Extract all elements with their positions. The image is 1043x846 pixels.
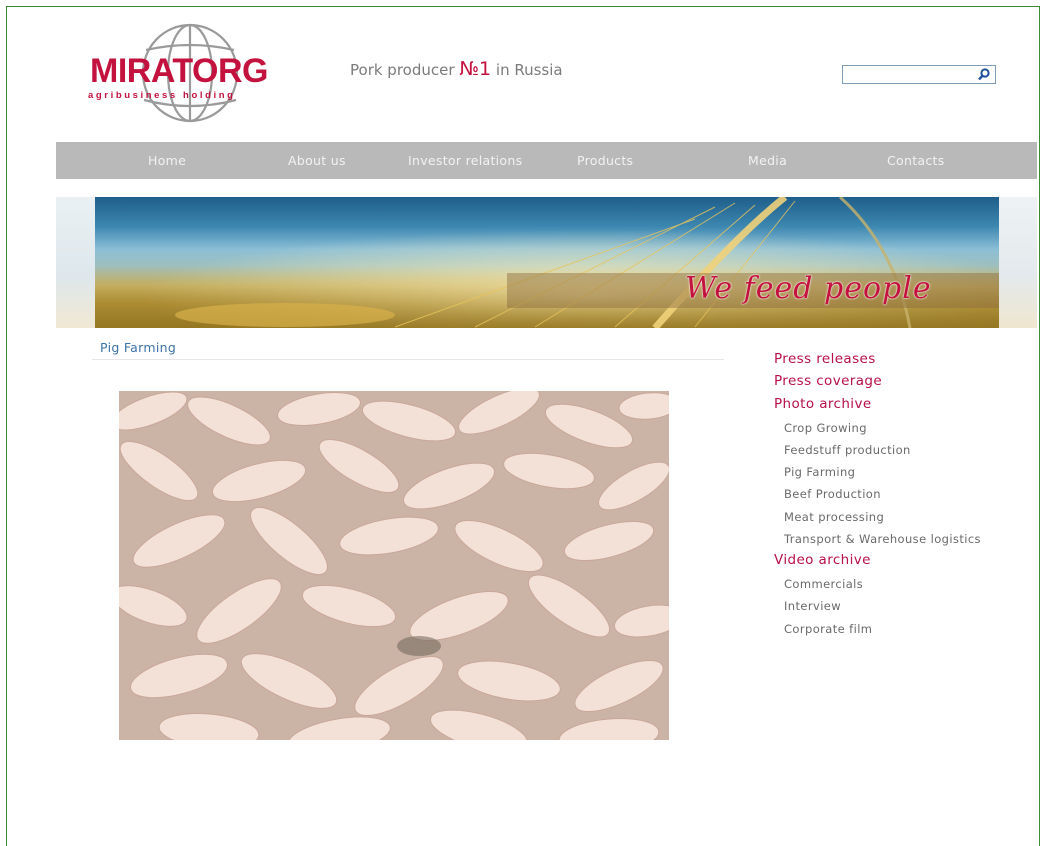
- sidebar-item-meat-processing[interactable]: Meat processing: [784, 510, 884, 524]
- sidebar-item-commercials[interactable]: Commercials: [784, 577, 863, 591]
- pig-farming-photo[interactable]: [119, 391, 669, 740]
- search-icon[interactable]: [977, 67, 991, 82]
- sidebar-press-releases[interactable]: Press releases: [774, 351, 876, 367]
- pigs-image: [119, 391, 669, 740]
- main-nav: Home About us Investor relations Product…: [56, 142, 1037, 179]
- sidebar-item-corporate-film[interactable]: Corporate film: [784, 622, 872, 636]
- tagline: Pork producer №1 in Russia: [350, 58, 563, 80]
- breadcrumb-divider: [92, 359, 724, 360]
- search-box: [842, 65, 996, 86]
- logo-wordmark: MIRATORG: [90, 52, 268, 90]
- sidebar-item-interview[interactable]: Interview: [784, 599, 841, 613]
- nav-products[interactable]: Products: [577, 153, 633, 168]
- sidebar-item-crop-growing[interactable]: Crop Growing: [784, 421, 867, 435]
- wheat-illustration: [95, 197, 999, 328]
- sidebar-photo-archive[interactable]: Photo archive: [774, 396, 872, 412]
- search-input[interactable]: [846, 70, 974, 86]
- banner-wheat-image: We feed people: [95, 197, 999, 328]
- nav-investor-relations[interactable]: Investor relations: [408, 153, 522, 168]
- tagline-number: №1: [459, 58, 492, 80]
- sidebar-item-pig-farming[interactable]: Pig Farming: [784, 465, 855, 479]
- tagline-pre: Pork producer: [350, 61, 460, 79]
- logo-subtitle: agribusiness holding: [88, 90, 236, 101]
- banner-edge-right: [999, 197, 1037, 328]
- banner-edge-left: [56, 197, 95, 328]
- banner-slogan: We feed people: [685, 271, 932, 306]
- nav-home[interactable]: Home: [148, 153, 186, 168]
- sidebar-item-beef-production[interactable]: Beef Production: [784, 487, 881, 501]
- sidebar-item-feedstuff-production[interactable]: Feedstuff production: [784, 443, 911, 457]
- sidebar-press-coverage[interactable]: Press coverage: [774, 373, 882, 389]
- hero-banner: We feed people: [56, 197, 1037, 328]
- nav-about-us[interactable]: About us: [288, 153, 346, 168]
- sidebar-item-transport-logistics[interactable]: Transport & Warehouse logistics: [784, 532, 981, 546]
- nav-contacts[interactable]: Contacts: [887, 153, 945, 168]
- sidebar-video-archive[interactable]: Video archive: [774, 552, 871, 568]
- breadcrumb[interactable]: Pig Farming: [100, 340, 176, 355]
- nav-media[interactable]: Media: [748, 153, 787, 168]
- miratorg-logo[interactable]: MIRATORG agribusiness holding: [84, 22, 294, 124]
- tagline-post: in Russia: [491, 61, 563, 79]
